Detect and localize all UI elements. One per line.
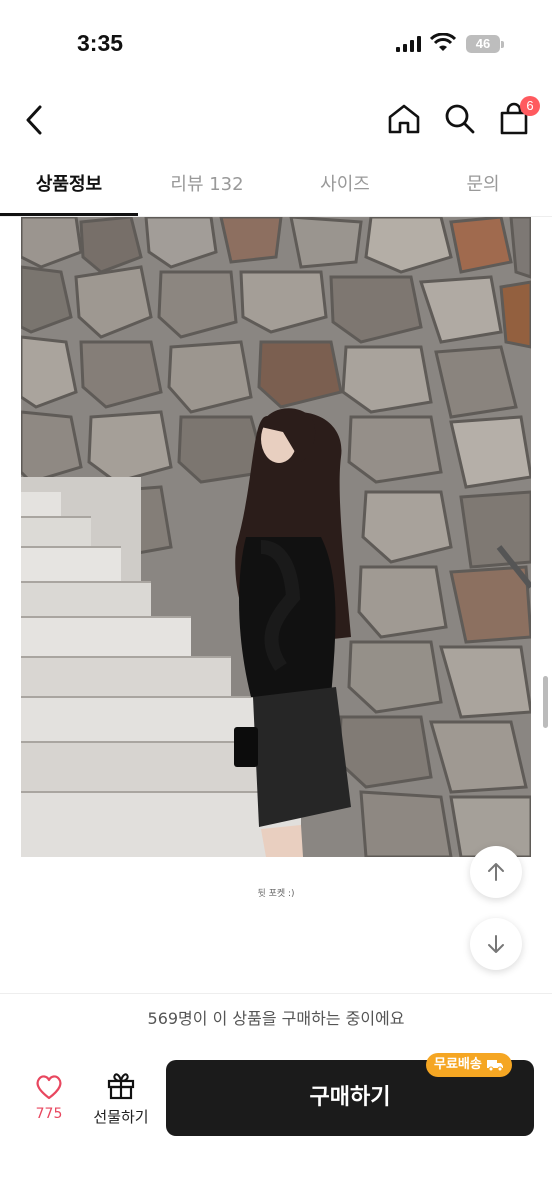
like-count: 775 (35, 1106, 63, 1122)
tab-size[interactable]: 사이즈 (276, 158, 414, 214)
arrow-down-icon (488, 935, 504, 953)
chevron-left-icon (26, 105, 42, 135)
product-image (21, 217, 531, 857)
tab-inquiry[interactable]: 문의 (414, 158, 552, 214)
home-button[interactable] (384, 98, 424, 140)
wifi-icon (430, 33, 456, 51)
tab-reviews[interactable]: 리뷰 132 (138, 158, 276, 214)
signal-icon (396, 36, 421, 52)
free-shipping-label: 무료배송 (434, 1057, 482, 1072)
truck-icon (486, 1060, 503, 1072)
tab-product-info[interactable]: 상품정보 (0, 158, 138, 216)
arrow-up-icon (488, 863, 504, 881)
free-shipping-badge: 무료배송 (426, 1053, 512, 1077)
search-icon (445, 104, 475, 134)
gift-icon (107, 1073, 135, 1100)
scroll-to-top-button[interactable] (470, 846, 522, 898)
gift-button[interactable]: 선물하기 (88, 1072, 154, 1127)
search-button[interactable] (440, 98, 480, 140)
top-nav (0, 92, 552, 148)
scroll-to-bottom-button[interactable] (470, 918, 522, 970)
status-time: 3:35 (77, 30, 124, 56)
tab-bar: 상품정보 리뷰 132 사이즈 문의 (0, 158, 552, 217)
product-photo-illustration (21, 217, 531, 857)
heart-icon (36, 1075, 62, 1100)
home-icon (388, 104, 420, 134)
image-caption: 뒷 포켓 :) (257, 889, 295, 899)
scrollbar[interactable] (543, 676, 548, 728)
back-button[interactable] (16, 100, 52, 140)
buyers-notice: 569명이 이 상품을 구매하는 중이에요 (0, 993, 552, 1045)
battery-icon: 46 (466, 35, 504, 53)
status-bar: 3:35 46 (0, 0, 552, 90)
cart-count-badge: 6 (520, 96, 540, 116)
like-button[interactable]: 775 (20, 1074, 78, 1122)
gift-label: 선물하기 (93, 1108, 149, 1126)
